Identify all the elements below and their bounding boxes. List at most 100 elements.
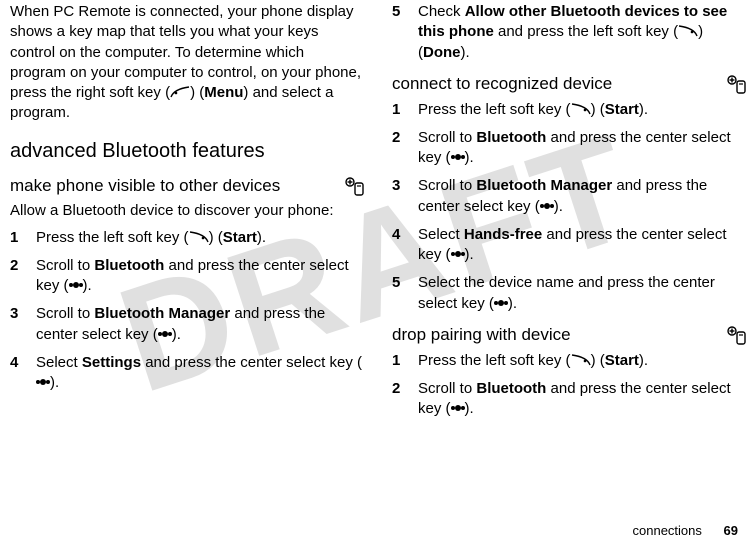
softkey-left-icon [571, 103, 591, 115]
step-body: Scroll to Bluetooth and press the center… [418, 128, 746, 169]
t: Scroll to [418, 380, 476, 397]
list-item: 2 Scroll to Bluetooth and press the cent… [392, 379, 746, 420]
t: Select [36, 354, 82, 371]
step-body: Press the left soft key () (Start). [418, 351, 746, 371]
sub1-title: make phone visible to other devices [10, 176, 280, 195]
bluetooth-add-icon [726, 75, 748, 95]
done-label: Done [423, 44, 461, 61]
t: and press the left soft key ( [494, 23, 678, 40]
step-body: Select Settings and press the center sel… [36, 353, 364, 394]
step-num: 1 [10, 228, 36, 248]
t: ). [172, 326, 181, 343]
sub1-intro: Allow a Bluetooth device to discover you… [10, 201, 364, 221]
softkey-right-icon [170, 86, 190, 98]
subsection-visible: make phone visible to other devices [10, 175, 364, 198]
subsection-drop: drop pairing with device [392, 324, 746, 347]
bluetooth-label: Bluetooth [94, 257, 164, 274]
softkey-left-icon [189, 231, 209, 243]
softkey-left-icon [571, 354, 591, 366]
step-body: Press the left soft key () (Start). [36, 228, 364, 248]
t: Check [418, 3, 465, 20]
btmgr-label: Bluetooth Manager [94, 305, 230, 322]
t: and press the center select key ( [141, 354, 362, 371]
t: ). [50, 374, 59, 391]
t: Press the left soft key ( [418, 101, 571, 118]
t: Scroll to [36, 305, 94, 322]
t: Select the device name and press the cen… [418, 274, 715, 311]
list-item: 5 Check Allow other Bluetooth devices to… [392, 2, 746, 63]
page-footer: connections 69 [633, 522, 738, 540]
center-key-icon [158, 327, 172, 341]
t: Scroll to [418, 177, 476, 194]
t: ). [83, 277, 92, 294]
t: ). [554, 198, 563, 215]
footer-section-label: connections [633, 523, 702, 538]
start-label: Start [223, 229, 257, 246]
left-column: When PC Remote is connected, your phone … [10, 2, 364, 428]
center-key-icon [494, 296, 508, 310]
list-item: 3 Scroll to Bluetooth Manager and press … [392, 176, 746, 217]
t: Press the left soft key ( [36, 229, 189, 246]
step-num: 5 [392, 2, 418, 63]
bluetooth-label: Bluetooth [476, 129, 546, 146]
t: Scroll to [36, 257, 94, 274]
section-heading: advanced Bluetooth features [10, 138, 364, 165]
t: ). [465, 400, 474, 417]
step-body: Scroll to Bluetooth Manager and press th… [418, 176, 746, 217]
subsection-connect: connect to recognized device [392, 73, 746, 96]
t: Scroll to [418, 129, 476, 146]
sub3-title: drop pairing with device [392, 325, 571, 344]
steps-list-1-cont: 5 Check Allow other Bluetooth devices to… [392, 2, 746, 63]
list-item: 4 Select Settings and press the center s… [10, 353, 364, 394]
step-num: 3 [10, 304, 36, 345]
t: ). [508, 295, 517, 312]
page-number: 69 [724, 523, 738, 538]
bluetooth-label: Bluetooth [476, 380, 546, 397]
softkey-left-icon [678, 25, 698, 37]
step-num: 2 [10, 256, 36, 297]
menu-label: Menu [204, 84, 243, 101]
list-item: 1 Press the left soft key () (Start). [392, 351, 746, 371]
steps-list-2: 1 Press the left soft key () (Start). 2 … [392, 100, 746, 314]
steps-list-1: 1 Press the left soft key () (Start). 2 … [10, 228, 364, 394]
center-key-icon [36, 375, 50, 389]
list-item: 2 Scroll to Bluetooth and press the cent… [10, 256, 364, 297]
steps-list-3: 1 Press the left soft key () (Start). 2 … [392, 351, 746, 420]
handsfree-label: Hands-free [464, 226, 542, 243]
step-body: Scroll to Bluetooth and press the center… [36, 256, 364, 297]
bluetooth-add-icon [344, 177, 366, 197]
step-num: 1 [392, 100, 418, 120]
list-item: 2 Scroll to Bluetooth and press the cent… [392, 128, 746, 169]
intro-paragraph: When PC Remote is connected, your phone … [10, 2, 364, 124]
right-column: 5 Check Allow other Bluetooth devices to… [392, 2, 746, 428]
center-key-icon [451, 247, 465, 261]
t: ). [465, 149, 474, 166]
start-label: Start [605, 352, 639, 369]
step-num: 2 [392, 128, 418, 169]
t: ). [465, 246, 474, 263]
step-body: Press the left soft key () (Start). [418, 100, 746, 120]
step-num: 2 [392, 379, 418, 420]
step-body: Scroll to Bluetooth Manager and press th… [36, 304, 364, 345]
start-label: Start [605, 101, 639, 118]
list-item: 5 Select the device name and press the c… [392, 273, 746, 314]
sub2-title: connect to recognized device [392, 74, 612, 93]
step-num: 1 [392, 351, 418, 371]
center-key-icon [540, 199, 554, 213]
step-body: Check Allow other Bluetooth devices to s… [418, 2, 746, 63]
step-body: Select the device name and press the cen… [418, 273, 746, 314]
btmgr-label: Bluetooth Manager [476, 177, 612, 194]
list-item: 1 Press the left soft key () (Start). [392, 100, 746, 120]
list-item: 3 Scroll to Bluetooth Manager and press … [10, 304, 364, 345]
step-num: 4 [392, 225, 418, 266]
step-body: Select Hands-free and press the center s… [418, 225, 746, 266]
step-body: Scroll to Bluetooth and press the center… [418, 379, 746, 420]
t: ). [639, 352, 648, 369]
t: ). [257, 229, 266, 246]
step-num: 3 [392, 176, 418, 217]
t: Press the left soft key ( [418, 352, 571, 369]
t: ). [461, 44, 470, 61]
paren-text: ) ( [190, 84, 204, 101]
step-num: 4 [10, 353, 36, 394]
two-column-layout: When PC Remote is connected, your phone … [10, 2, 746, 428]
